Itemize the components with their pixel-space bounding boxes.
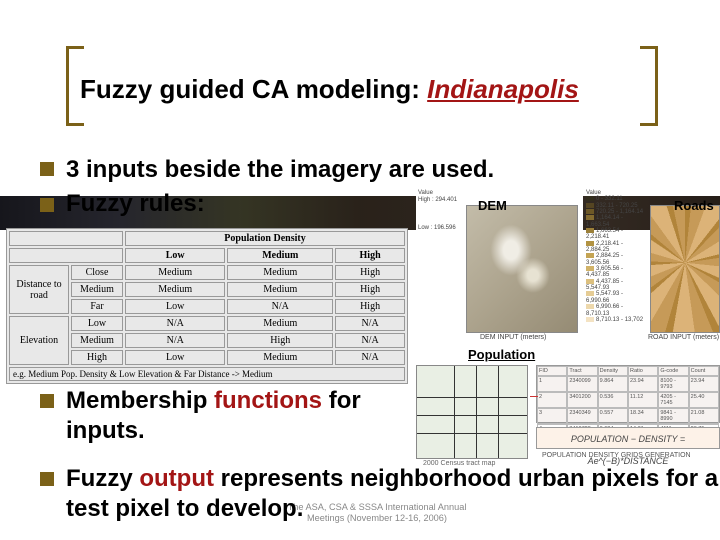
bracket-right-icon — [640, 46, 658, 126]
bullet-square-icon — [40, 198, 54, 212]
bullet-3-text: Membership functions for inputs. — [66, 386, 416, 446]
roads-legend: Value0 - 332.11332.11 - 720.25720.25 - 1… — [586, 190, 646, 323]
arrow-icon — [530, 396, 538, 397]
population-label: Population — [468, 347, 535, 362]
slide-title: Fuzzy guided CA modeling: Indianapolis — [80, 74, 579, 105]
bullet-2-text: Fuzzy rules: — [66, 190, 205, 218]
bullet-square-icon — [40, 162, 54, 176]
bullet-4-a: Fuzzy — [66, 465, 139, 492]
roads-thumbnail — [650, 205, 720, 333]
bullet-1-text: 3 inputs beside the imagery are used. — [66, 156, 494, 184]
population-grids-caption: POPULATION DENSITY GRIDS GENERATION — [542, 452, 691, 459]
dem-label: DEM — [478, 198, 507, 213]
population-formula: POPULATION − DENSITY = Ae^(−B)*DISTANCE — [536, 427, 720, 449]
population-data-table: FIDTractDensityRatioG-codeCount123400999… — [536, 365, 720, 423]
roads-caption: ROAD INPUT (meters) — [648, 334, 719, 341]
bullet-4-text: Fuzzy output represents neighborhood urb… — [66, 464, 720, 524]
dem-thumbnail — [466, 205, 578, 333]
dem-caption: DEM INPUT (meters) — [480, 334, 546, 341]
population-map-caption: 2000 Census tract map — [423, 460, 495, 467]
bullet-3-b: functions — [214, 387, 322, 414]
bullet-4-b: output — [139, 465, 214, 492]
dem-legend: Value High : 294.401 Low : 196.596 — [418, 190, 464, 232]
fuzzy-rules-table: Population DensityLowMediumHighDistance … — [6, 228, 408, 384]
bullet-square-icon — [40, 472, 54, 486]
population-map-thumbnail — [416, 365, 528, 459]
bullet-square-icon — [40, 394, 54, 408]
dem-legend-high: High : 294.401 — [418, 197, 464, 204]
bullet-3-a: Membership — [66, 387, 214, 414]
dem-legend-low: Low : 196.596 — [418, 225, 464, 232]
slide-title-wrap: Fuzzy guided CA modeling: Indianapolis — [66, 52, 666, 126]
slide-title-plain: Fuzzy guided CA modeling: — [80, 74, 427, 104]
roads-label: Roads — [674, 198, 714, 213]
slide-title-emph: Indianapolis — [427, 74, 579, 104]
dem-legend-title: Value — [418, 190, 464, 197]
